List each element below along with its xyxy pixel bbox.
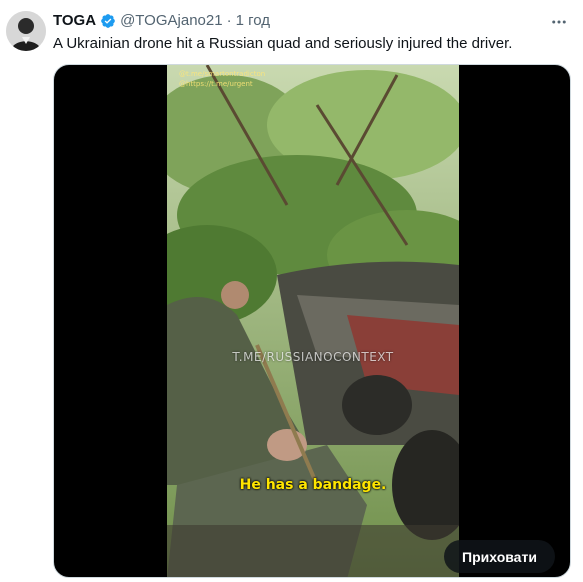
- video-watermark: T.ME/RUSSIANOCONTEXT: [232, 350, 394, 364]
- more-options-icon: [552, 20, 566, 24]
- tweet-video[interactable]: @t.me/smartontradicton @https://t.me/urg…: [53, 64, 571, 578]
- corner-link-1: @t.me/smartontradicton: [179, 70, 266, 78]
- corner-link-2: @https://t.me/urgent: [179, 80, 253, 88]
- hide-button[interactable]: Приховати: [444, 540, 555, 573]
- author-avatar[interactable]: [6, 11, 46, 51]
- tweet-card: TOGA @TOGAjano21 · 1 год A Ukrainian dro…: [0, 0, 583, 582]
- tweet-time[interactable]: 1 год: [236, 11, 270, 31]
- header-separator: ·: [226, 12, 232, 29]
- user-avatar-icon: [6, 11, 46, 51]
- author-name[interactable]: TOGA: [53, 11, 96, 31]
- tweet-header: TOGA @TOGAjano21 · 1 год: [53, 11, 270, 31]
- video-corner-links: @t.me/smartontradicton @https://t.me/urg…: [179, 69, 265, 89]
- video-scene: [167, 65, 459, 577]
- author-handle[interactable]: @TOGAjano21: [120, 11, 223, 31]
- video-frame[interactable]: @t.me/smartontradicton @https://t.me/urg…: [167, 65, 459, 577]
- more-options-button[interactable]: [549, 12, 569, 32]
- verified-badge-icon: [101, 14, 115, 28]
- tweet-text: A Ukrainian drone hit a Russian quad and…: [53, 35, 513, 52]
- video-caption: He has a bandage.: [239, 477, 387, 493]
